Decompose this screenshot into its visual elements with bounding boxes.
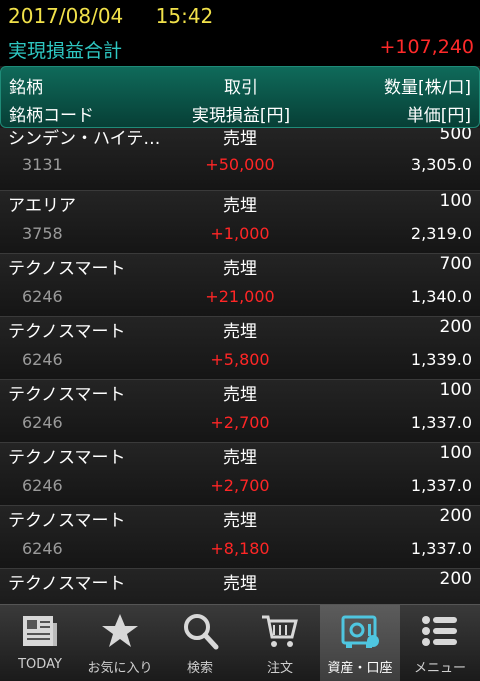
- realized-pl: +1,000: [210, 224, 270, 243]
- tab-label: お気に入り: [87, 661, 153, 676]
- search-icon: [184, 614, 219, 650]
- quantity: 500: [439, 128, 472, 144]
- table-row[interactable]: アエリア 売埋 100 3758 +1,000 2,319.0: [0, 191, 480, 254]
- trade-type: 売埋: [223, 129, 257, 149]
- stock-name: テクノスマート: [8, 385, 126, 405]
- stock-name: テクノスマート: [8, 448, 126, 468]
- star-icon: [102, 614, 138, 647]
- status-bar: 2017/08/04 15:42: [0, 0, 480, 32]
- quantity: 100: [439, 380, 472, 400]
- header-qty: 数量[株/口]: [384, 78, 471, 98]
- realized-pl: +50,000: [205, 155, 275, 174]
- realized-pl: +2,700: [210, 476, 270, 495]
- stock-code: 6246: [22, 287, 63, 306]
- status-date: 2017/08/04: [8, 4, 124, 28]
- summary-label: 実現損益合計: [8, 40, 123, 62]
- quantity: 200: [439, 569, 472, 589]
- trade-type: 売埋: [223, 574, 257, 594]
- stock-name: アエリア: [8, 196, 76, 216]
- stock-code: 6246: [22, 413, 63, 432]
- status-time: 15:42: [155, 4, 214, 28]
- tab-label: 資産・口座: [327, 661, 393, 676]
- stock-code: 3131: [22, 155, 63, 174]
- menu-icon: [422, 616, 457, 646]
- table-row[interactable]: テクノスマート 売埋 100 6246 +2,700 1,337.0: [0, 380, 480, 443]
- realized-pl: +2,700: [210, 413, 270, 432]
- tab-menu[interactable]: メニュー: [400, 605, 480, 681]
- stock-name: テクノスマート: [8, 511, 126, 531]
- tab-label: TODAY: [18, 657, 62, 672]
- trade-type: 売埋: [223, 259, 257, 279]
- tab-search[interactable]: 検索: [160, 605, 240, 681]
- stock-name: テクノスマート: [8, 322, 126, 342]
- table-row[interactable]: テクノスマート 売埋 700 6246 +21,000 1,340.0: [0, 254, 480, 317]
- table-row[interactable]: テクノスマート 売埋 100 6246 +2,700 1,337.0: [0, 443, 480, 506]
- tab-today[interactable]: TODAY: [0, 605, 80, 681]
- unit-price: 1,340.0: [410, 287, 472, 306]
- stock-name: シンデン・ハイテ…: [8, 129, 161, 149]
- table-header: 銘柄 取引 数量[株/口] 銘柄コード 実現損益[円] 単価[円]: [0, 66, 480, 128]
- quantity: 200: [439, 506, 472, 526]
- quantity: 200: [439, 317, 472, 337]
- realized-pl: +21,000: [205, 287, 275, 306]
- realized-pl: +5,800: [210, 350, 270, 369]
- tab-favorites[interactable]: お気に入り: [80, 605, 160, 681]
- trade-type: 売埋: [223, 322, 257, 342]
- tab-label: メニュー: [413, 661, 466, 676]
- header-price: 単価[円]: [406, 106, 471, 126]
- cart-icon: [262, 615, 298, 647]
- stock-code: 6246: [22, 539, 63, 558]
- safe-icon: [341, 615, 379, 648]
- unit-price: 3,305.0: [410, 155, 472, 174]
- stock-name: テクノスマート: [8, 574, 126, 594]
- header-stock: 銘柄: [9, 78, 43, 98]
- unit-price: 1,339.0: [410, 350, 472, 369]
- tab-label: 検索: [186, 661, 213, 676]
- unit-price: 1,337.0: [410, 413, 472, 432]
- quantity: 700: [439, 254, 472, 274]
- trade-type: 売埋: [223, 196, 257, 216]
- trade-list[interactable]: シンデン・ハイテ… 売埋 500 3131 +50,000 3,305.0 アエ…: [0, 128, 480, 604]
- table-row[interactable]: テクノスマート 売埋 200 6246 +8,180 1,337.0: [0, 506, 480, 569]
- tab-assets-account[interactable]: 資産・口座: [320, 605, 400, 681]
- header-code: 銘柄コード: [9, 106, 94, 126]
- trade-type: 売埋: [223, 448, 257, 468]
- bottom-tab-bar: TODAY お気に入り 検索 注文 資産・口座 メニュー: [0, 604, 480, 681]
- unit-price: 1,337.0: [410, 539, 472, 558]
- table-row[interactable]: テクノスマート 売埋 200 6246 +5,800 1,339.0: [0, 317, 480, 380]
- table-row[interactable]: テクノスマート 売埋 200: [0, 569, 480, 604]
- trade-type: 売埋: [223, 511, 257, 531]
- header-trade: 取引: [224, 78, 258, 98]
- unit-price: 1,337.0: [410, 476, 472, 495]
- quantity: 100: [439, 191, 472, 211]
- trade-type: 売埋: [223, 385, 257, 405]
- stock-code: 6246: [22, 476, 63, 495]
- newspaper-icon: [23, 616, 57, 646]
- unit-price: 2,319.0: [410, 224, 472, 243]
- stock-name: テクノスマート: [8, 259, 126, 279]
- quantity: 100: [439, 443, 472, 463]
- table-row[interactable]: シンデン・ハイテ… 売埋 500 3131 +50,000 3,305.0: [0, 128, 480, 191]
- tab-order[interactable]: 注文: [240, 605, 320, 681]
- realized-pl: +8,180: [210, 539, 270, 558]
- tab-label: 注文: [266, 661, 293, 676]
- stock-code: 6246: [22, 350, 63, 369]
- realized-pl-summary: 実現損益合計 +107,240: [0, 32, 480, 66]
- header-pl: 実現損益[円]: [191, 106, 291, 126]
- stock-code: 3758: [22, 224, 63, 243]
- summary-value: +107,240: [379, 36, 475, 58]
